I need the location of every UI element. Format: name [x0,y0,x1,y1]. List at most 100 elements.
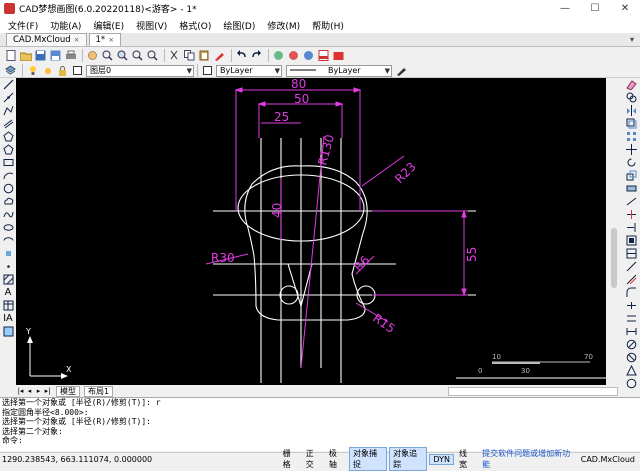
zoom-realtime-icon[interactable] [101,49,114,62]
plugin-icon[interactable] [302,49,315,62]
rotate-icon[interactable] [622,156,640,169]
menu-format[interactable]: 格式(O) [179,19,211,32]
layer-select[interactable]: 图层0 ▼ [86,64,194,77]
save-as-icon[interactable] [49,49,62,62]
open-file-icon[interactable] [19,49,32,62]
tab-drawing-1[interactable]: 1* × [88,33,122,46]
command-prompt[interactable]: 命令: [2,436,640,446]
menu-help[interactable]: 帮助(H) [312,19,344,32]
cloud-icon[interactable] [287,49,300,62]
polyline-icon[interactable] [0,104,16,117]
fillet-icon[interactable] [622,286,640,299]
object-tracking-toggle[interactable]: 对象追踪 [389,447,428,471]
construction-line-icon[interactable] [0,91,16,104]
undo-icon[interactable] [235,49,248,62]
last-layout-icon[interactable]: ▸| [43,387,52,395]
minimize-button[interactable]: — [550,3,580,14]
save-icon[interactable] [34,49,47,62]
lock-icon[interactable] [56,64,69,77]
extend-icon[interactable] [622,221,640,234]
shape-icon[interactable] [622,364,640,377]
match-properties-icon[interactable] [213,49,226,62]
point-icon[interactable] [0,260,16,273]
multiline-text-icon[interactable]: IA [0,312,16,325]
circle-icon[interactable] [0,182,16,195]
menu-edit[interactable]: 编辑(E) [93,19,124,32]
menu-file[interactable]: 文件(F) [8,19,38,32]
hatch-icon[interactable] [0,273,16,286]
circle-tool-icon[interactable] [622,377,640,390]
break-icon[interactable] [622,234,640,247]
color-select[interactable]: ByLayer ▼ [216,64,282,77]
close-icon[interactable]: × [74,36,80,44]
pan-icon[interactable] [86,49,99,62]
insert-block-icon[interactable] [0,247,16,260]
scale-icon[interactable] [622,169,640,182]
chevron-down-icon[interactable]: ▾ [630,33,634,46]
redo-icon[interactable] [250,49,263,62]
horizontal-scrollbar[interactable] [448,386,618,396]
align-icon[interactable] [622,312,640,325]
spline-icon[interactable] [0,208,16,221]
wipeout-icon[interactable] [0,325,16,338]
chamfer-icon[interactable] [622,273,640,286]
layer-manager-icon[interactable] [4,64,17,77]
mirror-icon[interactable] [622,104,640,117]
arc-icon[interactable] [0,169,16,182]
drawing-canvas[interactable]: 80 50 25 40 55 R130 R23 R30 R6 R15 10 70… [16,77,606,385]
no-entry-alt-icon[interactable] [622,351,640,364]
tab-layout1[interactable]: 布局1 [84,385,114,397]
ortho-toggle[interactable]: 正交 [303,448,324,470]
table-icon[interactable] [0,299,16,312]
layer-color-icon[interactable] [71,64,84,77]
dyn-toggle[interactable]: DYN [429,453,454,465]
paste-icon[interactable] [198,49,211,62]
export-icon[interactable] [332,49,345,62]
multiline-icon[interactable] [0,117,16,130]
copy-object-icon[interactable] [622,91,640,104]
rectangle-icon[interactable] [0,156,16,169]
brush-icon[interactable] [395,64,408,77]
lengthen-icon[interactable] [622,195,640,208]
grid-toggle[interactable]: 栅格 [280,448,301,470]
revision-cloud-icon[interactable] [0,195,16,208]
erase-icon[interactable] [622,78,640,91]
close-button[interactable]: ✕ [610,3,640,14]
polygon-alt-icon[interactable] [0,143,16,156]
ellipse-icon[interactable] [0,221,16,234]
close-icon[interactable]: × [108,36,114,44]
ai-icon[interactable] [272,49,285,62]
array-icon[interactable] [622,130,640,143]
first-layout-icon[interactable]: |◂ [16,387,25,395]
menu-view[interactable]: 视图(V) [136,19,167,32]
polygon-icon[interactable] [0,130,16,143]
dimension-icon[interactable] [622,325,640,338]
vertical-scrollbar[interactable] [606,78,622,385]
text-icon[interactable]: A [0,286,16,299]
stretch-icon[interactable] [622,182,640,195]
copy-icon[interactable] [183,49,196,62]
sun-icon[interactable] [41,64,54,77]
next-layout-icon[interactable]: ▸ [34,387,43,395]
polar-toggle[interactable]: 极轴 [326,448,347,470]
break-at-point-icon[interactable] [622,247,640,260]
zoom-window-icon[interactable] [116,49,129,62]
feedback-link[interactable]: 提交软件问题或增加新功能 [479,448,576,470]
object-snap-toggle[interactable]: 对象捕捉 [348,447,388,471]
menu-modify[interactable]: 修改(M) [267,19,300,32]
line-icon[interactable] [0,78,16,91]
tab-mxcloud[interactable]: CAD.MxCloud × [6,33,87,46]
zoom-previous-icon[interactable] [146,49,159,62]
zoom-extents-icon[interactable] [131,49,144,62]
menu-function[interactable]: 功能(A) [50,19,81,32]
print-icon[interactable] [64,49,77,62]
trim-icon[interactable] [622,208,640,221]
command-window[interactable]: 选择第一个对象或 [半径(R)/修剪(T)]: r 指定圆角半径<8.000>:… [0,397,640,451]
explode-icon[interactable] [622,299,640,312]
offset-icon[interactable] [622,117,640,130]
menu-draw[interactable]: 绘图(D) [223,19,255,32]
ellipse-arc-icon[interactable] [0,234,16,247]
new-file-icon[interactable] [4,49,17,62]
scrollbar-thumb[interactable] [611,228,617,288]
linetype-select[interactable]: ByLayer ▼ [286,64,392,77]
